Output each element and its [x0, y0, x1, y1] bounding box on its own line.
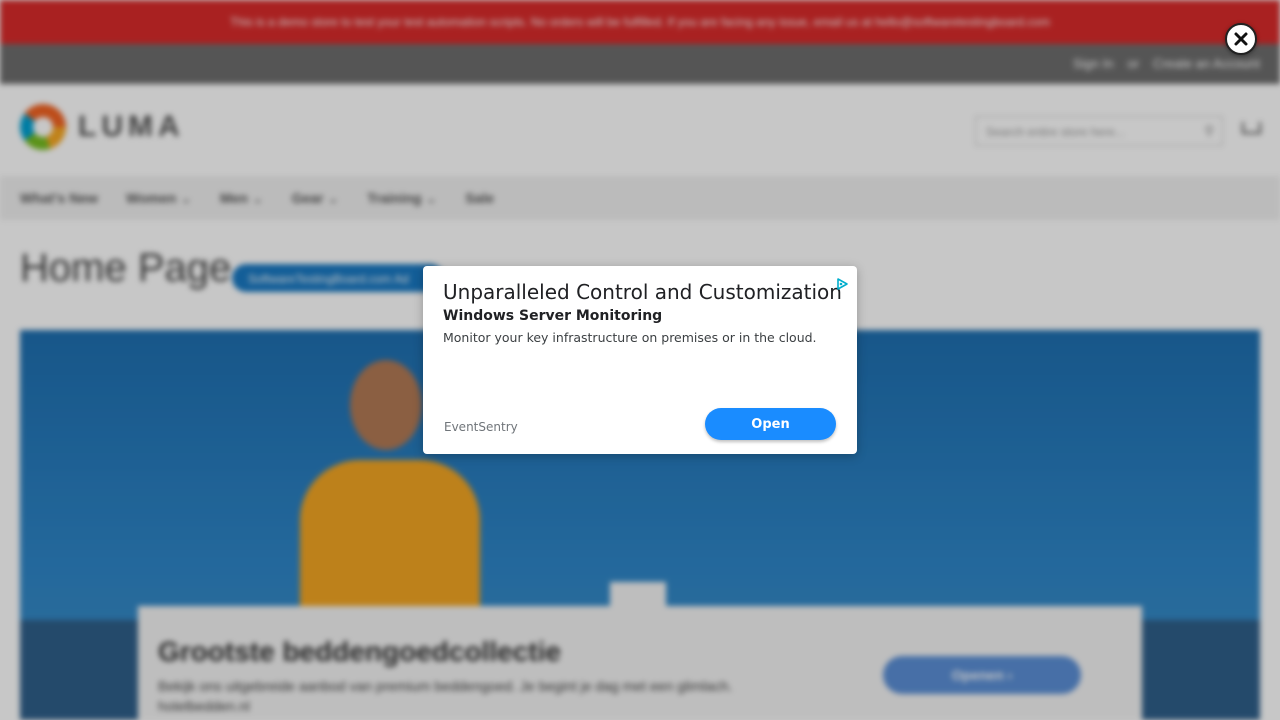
ad-open-button[interactable]: Open	[705, 408, 836, 440]
ad-choices-icon[interactable]	[835, 277, 849, 291]
ad-advertiser[interactable]: EventSentry	[444, 420, 518, 434]
ad-subtitle[interactable]: Windows Server Monitoring	[443, 308, 662, 324]
close-ad-button[interactable]	[1225, 23, 1257, 55]
ad-description[interactable]: Monitor your key infrastructure on premi…	[443, 330, 817, 345]
ad-modal: Unparalleled Control and Customization W…	[423, 266, 857, 454]
close-icon	[1234, 32, 1248, 46]
ad-title[interactable]: Unparalleled Control and Customization	[443, 280, 842, 304]
